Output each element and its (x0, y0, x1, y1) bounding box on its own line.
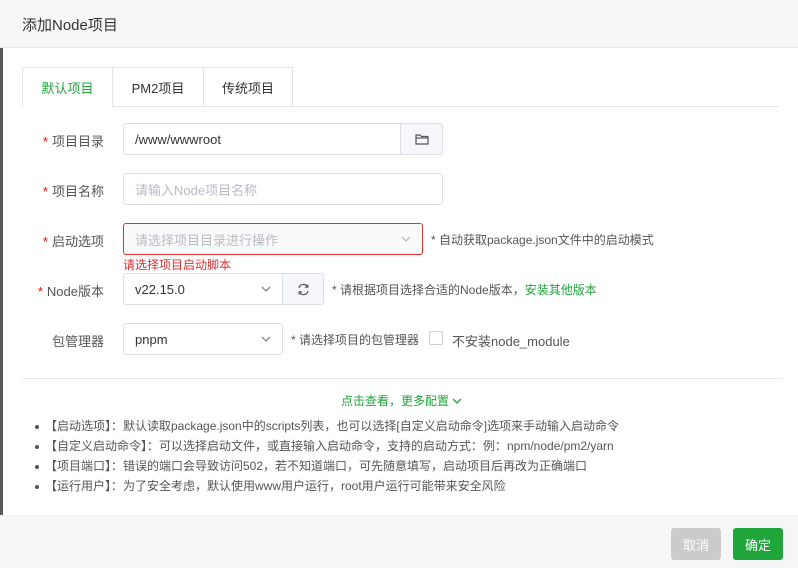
tab-default-project[interactable]: 默认项目 (22, 67, 112, 107)
confirm-button[interactable]: 确定 (733, 528, 783, 560)
chevron-down-icon (401, 236, 411, 242)
dialog-header (0, 0, 798, 48)
install-other-version-link[interactable]: 安装其他版本 (525, 283, 597, 297)
project-name-input[interactable]: 请输入Node项目名称 (123, 173, 443, 205)
list-item: 【自定义启动命令】：可以选择启动文件，或直接输入启动命令，支持的启动方式：例：n… (35, 436, 775, 456)
project-dir-label: * 项目目录 (42, 134, 104, 149)
start-option-label: * 启动选项 (42, 234, 104, 249)
chevron-down-icon (261, 286, 271, 292)
package-manager-select[interactable]: pnpm (123, 323, 283, 355)
package-manager-label: 包管理器 (51, 334, 104, 349)
tab-pm2-project[interactable]: PM2项目 (112, 67, 203, 107)
skip-node-modules-label[interactable]: 不安装node_module (452, 331, 570, 350)
refresh-versions-button[interactable] (282, 273, 324, 305)
skip-node-modules-checkbox[interactable] (429, 331, 443, 345)
chevron-down-icon (452, 398, 462, 404)
more-config-toggle[interactable]: 点击查看，更多配置 (341, 392, 463, 409)
folder-icon (414, 134, 429, 145)
tab-divider (293, 106, 779, 107)
start-option-error: 请选择项目启动脚本 (123, 258, 232, 272)
project-name-label: * 项目名称 (42, 184, 104, 199)
list-item: 【启动选项】：默认读取package.json中的scripts列表，也可以选择… (35, 416, 775, 436)
help-notes: 【启动选项】：默认读取package.json中的scripts列表，也可以选择… (35, 416, 775, 496)
folder-picker-button[interactable] (400, 123, 443, 155)
package-manager-hint: * 请选择项目的包管理器 (291, 333, 420, 347)
dialog-title: 添加Node项目 (22, 17, 118, 34)
node-version-label: * Node版本 (37, 284, 104, 299)
project-type-tabs: 默认项目 PM2项目 传统项目 (22, 67, 293, 107)
cancel-button[interactable]: 取消 (671, 528, 721, 560)
refresh-icon (297, 283, 309, 295)
node-version-hint: * 请根据项目选择合适的Node版本，安装其他版本 (332, 283, 597, 297)
list-item: 【项目端口】：错误的端口会导致访问502，若不知道端口，可先随意填写，启动项目后… (35, 456, 775, 476)
section-divider (22, 378, 782, 379)
project-dir-input[interactable]: /www/wwwroot (123, 123, 401, 155)
chevron-down-icon (261, 336, 271, 342)
tab-traditional-project[interactable]: 传统项目 (203, 67, 293, 107)
start-option-hint: * 自动获取package.json文件中的启动模式 (431, 233, 654, 247)
list-item: 【运行用户】：为了安全考虑，默认使用www用户运行，root用户运行可能带来安全… (35, 476, 775, 496)
node-version-select[interactable]: v22.15.0 (123, 273, 283, 305)
window-edge (0, 0, 3, 568)
start-option-select[interactable]: 请选择项目目录进行操作 (123, 223, 423, 255)
